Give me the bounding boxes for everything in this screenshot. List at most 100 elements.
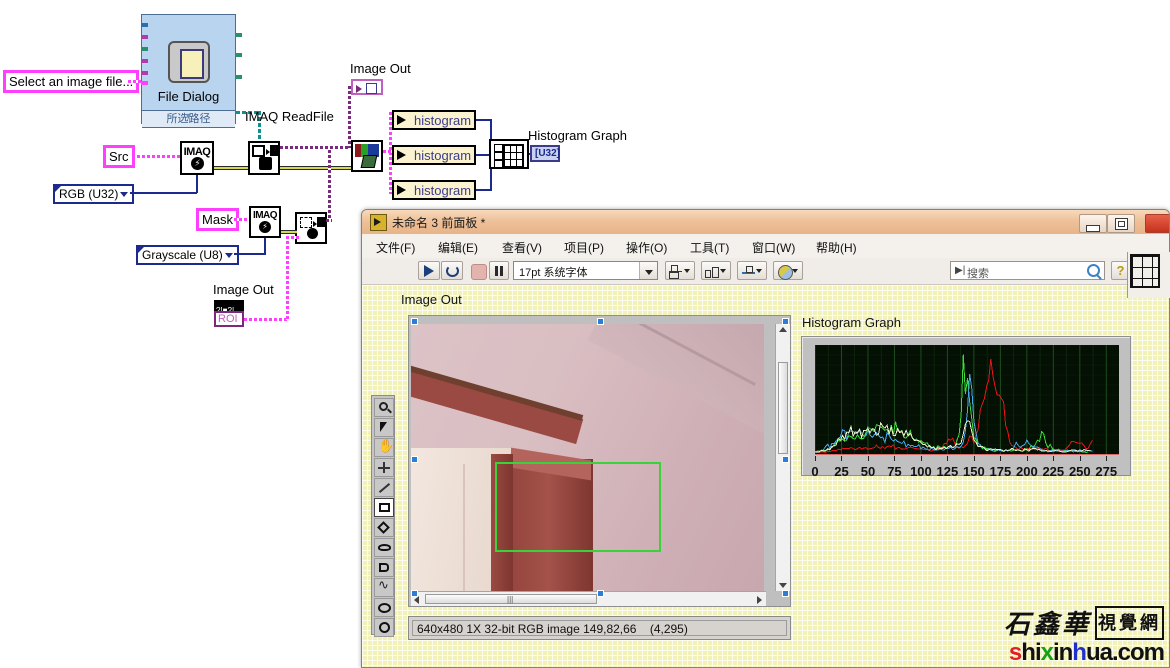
image-status-bar: 640x480 1X 32-bit RGB image 149,82,66 (4… <box>408 616 791 640</box>
search-icon[interactable] <box>1087 264 1100 277</box>
tool-pan[interactable]: ✋ <box>374 438 394 457</box>
abort-execution-button[interactable] <box>467 261 488 280</box>
wire-gray-v <box>264 238 266 254</box>
histogram-node-2[interactable]: histogram <box>392 145 476 165</box>
search-prefix-icon: ▶| <box>955 265 965 276</box>
menu-view[interactable]: 查看(V) <box>498 238 546 257</box>
menu-help[interactable]: 帮助(H) <box>812 238 861 257</box>
selection-handle-ml[interactable] <box>411 456 418 463</box>
distribute-objects-button[interactable] <box>701 261 731 280</box>
wire-roi-out-v <box>286 236 289 320</box>
selection-handle-tc[interactable] <box>597 318 604 325</box>
tool-zoom[interactable] <box>374 398 394 417</box>
tool-annulus[interactable] <box>374 598 394 617</box>
node-file-dialog[interactable]: File Dialog 所选路径 ▼ <box>141 14 236 124</box>
wire-error-mask <box>281 230 297 234</box>
wire-roi-out-h <box>244 318 288 321</box>
terminal-src[interactable]: Src <box>103 145 135 168</box>
menu-project[interactable]: 项目(P) <box>560 238 608 257</box>
histogram-node-3[interactable]: histogram <box>392 180 476 200</box>
toolbar[interactable]: 17pt 系统字体 <box>362 258 1169 285</box>
constant-rgb-u32[interactable]: RGB (U32) <box>53 184 134 204</box>
edge-panel-partial[interactable] <box>1127 252 1170 298</box>
terminal-select-image-file[interactable]: Select an image file... <box>3 70 139 93</box>
close-button[interactable] <box>1145 214 1170 233</box>
image-hscroll-thumb[interactable]: ||| <box>425 594 597 604</box>
tool-rotated-rectangle[interactable] <box>374 518 394 537</box>
selection-handle-br[interactable] <box>782 590 789 597</box>
arrow-right-icon-2 <box>397 150 406 160</box>
scroll-right-arrow-icon[interactable] <box>757 596 762 604</box>
window-titlebar[interactable]: 未命名 3 前面板 * <box>362 210 1169 235</box>
pause-button[interactable] <box>489 261 509 280</box>
scroll-left-arrow-icon[interactable] <box>414 596 419 604</box>
scroll-down-arrow-icon[interactable] <box>779 583 787 588</box>
tool-selection[interactable] <box>374 418 394 437</box>
image-canvas[interactable] <box>411 324 764 591</box>
selection-handle-bc[interactable] <box>597 590 604 597</box>
wire-error-h <box>214 166 248 170</box>
point-icon-h <box>378 467 390 469</box>
run-continuously-button[interactable] <box>441 261 463 280</box>
node-imaq-create-src[interactable]: IMAQ ⚡ <box>180 141 214 175</box>
menu-edit[interactable]: 编辑(E) <box>434 238 482 257</box>
image-vscroll-thumb[interactable] <box>778 362 788 454</box>
selection-handle-tr[interactable] <box>782 318 789 325</box>
maximize-button[interactable] <box>1107 214 1135 233</box>
selection-handle-mr[interactable] <box>782 456 789 463</box>
menu-window[interactable]: 窗口(W) <box>748 238 799 257</box>
chevron-down-icon[interactable]: ▼ <box>142 111 235 123</box>
tool-oval[interactable] <box>374 538 394 557</box>
node-imaq-extract-roi[interactable] <box>295 212 327 244</box>
front-panel-window[interactable]: 未命名 3 前面板 * 文件(F) 编辑(E) 查看(V) 项目(P) 操作(O… <box>361 209 1170 668</box>
image-display-control[interactable]: ||| <box>408 315 791 607</box>
arrow-right-icon-1 <box>397 115 406 125</box>
selection-handle-tl[interactable] <box>411 318 418 325</box>
node-build-array[interactable] <box>489 139 529 169</box>
menu-file[interactable]: 文件(F) <box>372 238 419 257</box>
image-horizontal-scrollbar[interactable]: ||| <box>411 591 766 606</box>
tool-polygon[interactable] <box>374 558 394 577</box>
vision-tool-palette[interactable]: ✋ ∿ <box>371 395 395 635</box>
histogram-node-1[interactable]: histogram <box>392 110 476 130</box>
node-imaq-create-mask[interactable]: IMAQ ⚡ <box>249 206 281 238</box>
indicator-histogram-graph-terminal[interactable]: [U32] <box>530 145 560 162</box>
label-image-out-control: Image Out <box>401 292 462 307</box>
pause-icon-r <box>500 266 503 276</box>
tool-circle[interactable] <box>374 618 394 637</box>
tool-freehand-line[interactable]: ∿ <box>374 578 394 597</box>
indicator-image-out-top[interactable] <box>351 79 383 95</box>
tool-rectangle[interactable] <box>374 498 394 517</box>
menu-bar[interactable]: 文件(F) 编辑(E) 查看(V) 项目(P) 操作(O) 工具(T) 窗口(W… <box>362 234 1169 259</box>
resize-objects-button[interactable] <box>737 261 767 280</box>
font-selector[interactable]: 17pt 系统字体 <box>513 261 658 280</box>
chevron-down-icon-font[interactable] <box>639 262 657 279</box>
tool-point[interactable] <box>374 458 394 477</box>
rotated-rect-icon <box>377 521 390 534</box>
fd-pin-out-3 <box>235 75 242 79</box>
watermark-cn-text: 石鑫華 <box>1004 610 1091 639</box>
help-icon: ? <box>1117 263 1125 278</box>
constant-grayscale-u8[interactable]: Grayscale (U8) <box>136 245 239 265</box>
scroll-up-arrow-icon[interactable] <box>779 327 787 332</box>
align-objects-button[interactable] <box>665 261 695 280</box>
minimize-button[interactable] <box>1079 214 1107 233</box>
node-imaq-color-histogram[interactable] <box>351 140 383 172</box>
terminal-roi-label: ROI <box>218 313 238 325</box>
run-button[interactable] <box>418 261 440 280</box>
search-input[interactable]: ▶| 搜索 <box>950 261 1105 280</box>
tool-line[interactable] <box>374 478 394 497</box>
histogram-graph-control[interactable]: 0255075100125150175200225250275 <box>801 336 1131 476</box>
menu-operate[interactable]: 操作(O) <box>622 238 671 257</box>
selection-handle-bl[interactable] <box>411 590 418 597</box>
label-imaq-readfile: IMAQ ReadFile <box>245 110 334 124</box>
terminal-mask[interactable]: Mask <box>196 208 239 231</box>
file-dialog-icon <box>168 41 210 83</box>
abort-icon <box>471 264 487 280</box>
roi-rectangle-overlay[interactable] <box>495 462 661 552</box>
node-imaq-readfile[interactable] <box>248 141 280 175</box>
menu-tools[interactable]: 工具(T) <box>686 238 733 257</box>
terminal-roi[interactable]: ROI <box>214 311 244 327</box>
x-tick <box>921 456 922 461</box>
reorder-button[interactable] <box>773 261 803 280</box>
